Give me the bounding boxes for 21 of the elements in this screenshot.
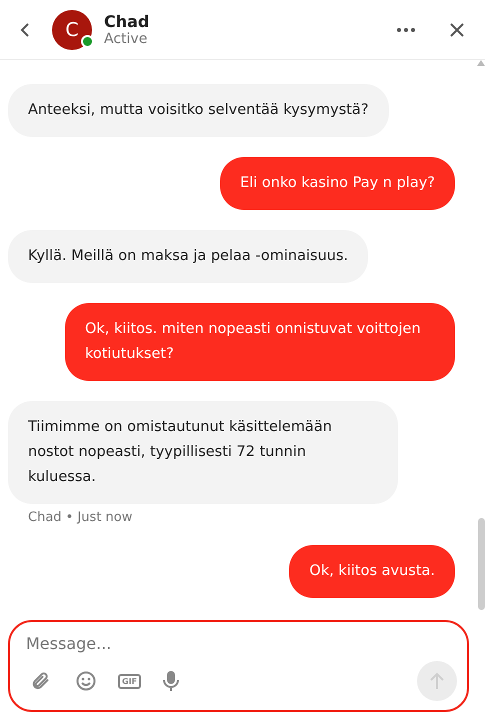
smiley-icon [76,671,96,691]
avatar: C [52,10,92,50]
gif-button[interactable]: GIF [118,674,142,688]
sent-message: Eli onko kasino Pay n play? [220,157,455,210]
received-message: Anteeksi, mutta voisitko selventää kysymystä? [8,84,389,137]
message-meta: Chad • Just now [27,510,134,525]
message-composer[interactable]: Message... GIF [8,620,469,712]
sent-message: Ok, kiitos. miten nopeasti onnistuvat voittojen kotiutukset? [65,303,455,381]
sent-message: Ok, kiitos avusta. [289,545,455,598]
received-message: Tiimimme on omistautunut käsittelemään nostot nopeasti, tyypillisesti 72 tunnin kuluessa. [8,401,398,504]
more-icon [397,28,415,32]
contact-status: Active [104,31,148,47]
scroll-up-icon[interactable] [477,60,485,66]
close-icon [449,22,465,38]
arrow-up-icon [429,672,445,690]
microphone-icon [163,671,180,691]
paperclip-icon [30,671,50,691]
scrollbar-thumb[interactable] [478,518,484,610]
received-message: Kyllä. Meillä on maksa ja pelaa -ominaisuus. [8,230,368,283]
contact-name: Chad [104,12,150,31]
back-icon [20,22,30,38]
